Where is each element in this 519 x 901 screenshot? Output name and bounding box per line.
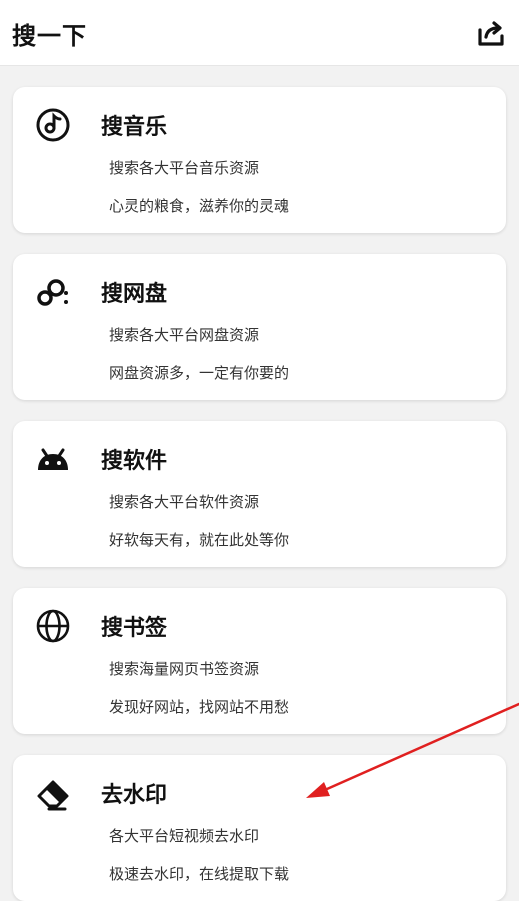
card-title: 搜网盘 (101, 282, 168, 307)
card-subtitle: 搜索各大平台软件资源 (109, 493, 260, 511)
card-title: 搜软件 (101, 449, 168, 474)
card-search-bookmarks[interactable]: 搜书签 搜索海量网页书签资源 发现好网站，找网站不用愁 (13, 588, 506, 734)
card-description: 网盘资源多，一定有你要的 (109, 364, 290, 382)
card-search-software[interactable]: 搜软件 搜索各大平台软件资源 好软每天有，就在此处等你 (13, 421, 506, 567)
card-search-netdisk[interactable]: 搜网盘 搜索各大平台网盘资源 网盘资源多，一定有你要的 (13, 254, 506, 400)
card-subtitle: 各大平台短视频去水印 (109, 827, 260, 845)
share-icon (478, 21, 504, 46)
android-icon (34, 440, 72, 478)
card-description: 心灵的粮食，滋养你的灵魂 (109, 197, 290, 215)
eraser-icon (34, 774, 72, 812)
card-description: 好软每天有，就在此处等你 (109, 531, 290, 549)
card-title: 去水印 (101, 783, 168, 808)
card-description: 发现好网站，找网站不用愁 (109, 698, 290, 716)
card-subtitle: 搜索海量网页书签资源 (109, 660, 260, 678)
card-search-music[interactable]: 搜音乐 搜索各大平台音乐资源 心灵的粮食，滋养你的灵魂 (13, 87, 506, 233)
page-title: 搜一下 (12, 22, 87, 50)
card-subtitle: 搜索各大平台网盘资源 (109, 326, 260, 344)
cloud-share-icon (34, 273, 72, 311)
card-title: 搜书签 (101, 616, 168, 641)
card-subtitle: 搜索各大平台音乐资源 (109, 159, 260, 177)
app-bar: 搜一下 (0, 0, 519, 66)
card-title: 搜音乐 (101, 115, 168, 140)
share-button[interactable] (476, 18, 506, 48)
card-description: 极速去水印，在线提取下载 (109, 865, 290, 883)
music-note-icon (34, 106, 72, 144)
card-remove-watermark[interactable]: 去水印 各大平台短视频去水印 极速去水印，在线提取下载 (13, 755, 506, 901)
globe-icon (34, 607, 72, 645)
